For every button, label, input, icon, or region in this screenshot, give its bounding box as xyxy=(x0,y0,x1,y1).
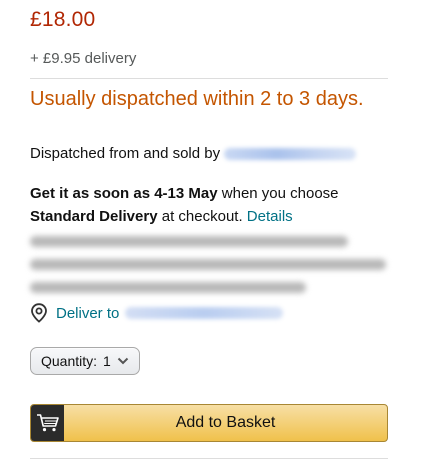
add-to-basket-label: Add to Basket xyxy=(175,414,276,431)
sold-by-label: Dispatched from and sold by xyxy=(30,145,221,162)
buy-box: £18.00 + £9.95 delivery Usually dispatch… xyxy=(0,0,435,468)
divider xyxy=(30,78,388,79)
delivery-estimate: Get it as soon as 4-13 May when you choo… xyxy=(30,182,390,228)
price: £18.00 xyxy=(30,8,96,31)
add-to-basket-button[interactable]: Add to Basket xyxy=(30,404,388,442)
cart-icon xyxy=(36,414,59,432)
address-redacted[interactable] xyxy=(125,307,284,319)
seller-link-redacted[interactable] xyxy=(224,148,357,161)
location-pin-icon xyxy=(31,303,47,323)
deliver-to-label[interactable]: Deliver to xyxy=(56,305,119,322)
chevron-down-icon xyxy=(117,357,129,365)
quantity-label: Quantity: xyxy=(41,353,98,369)
details-link[interactable]: Details xyxy=(247,208,293,225)
redacted-notice xyxy=(30,236,388,305)
eta-method: Standard Delivery xyxy=(30,208,158,225)
availability-message: Usually dispatched within 2 to 3 days. xyxy=(30,88,364,110)
divider xyxy=(30,458,388,459)
delivery-fee: + £9.95 delivery xyxy=(30,50,137,67)
eta-mid: when you choose xyxy=(221,185,339,202)
sold-by-line: Dispatched from and sold by xyxy=(30,145,357,162)
redacted-line xyxy=(30,236,348,247)
cart-icon-box xyxy=(31,405,64,441)
eta-suffix: at checkout. xyxy=(161,208,243,225)
quantity-value: 1 xyxy=(103,353,111,369)
eta-prefix: Get it as soon as xyxy=(30,185,151,202)
deliver-to-row[interactable]: Deliver to xyxy=(30,303,284,323)
quantity-select[interactable]: Quantity: 1 xyxy=(30,347,140,375)
eta-dates: 4-13 May xyxy=(154,185,218,202)
redacted-line xyxy=(30,259,386,270)
redacted-line xyxy=(30,282,306,293)
